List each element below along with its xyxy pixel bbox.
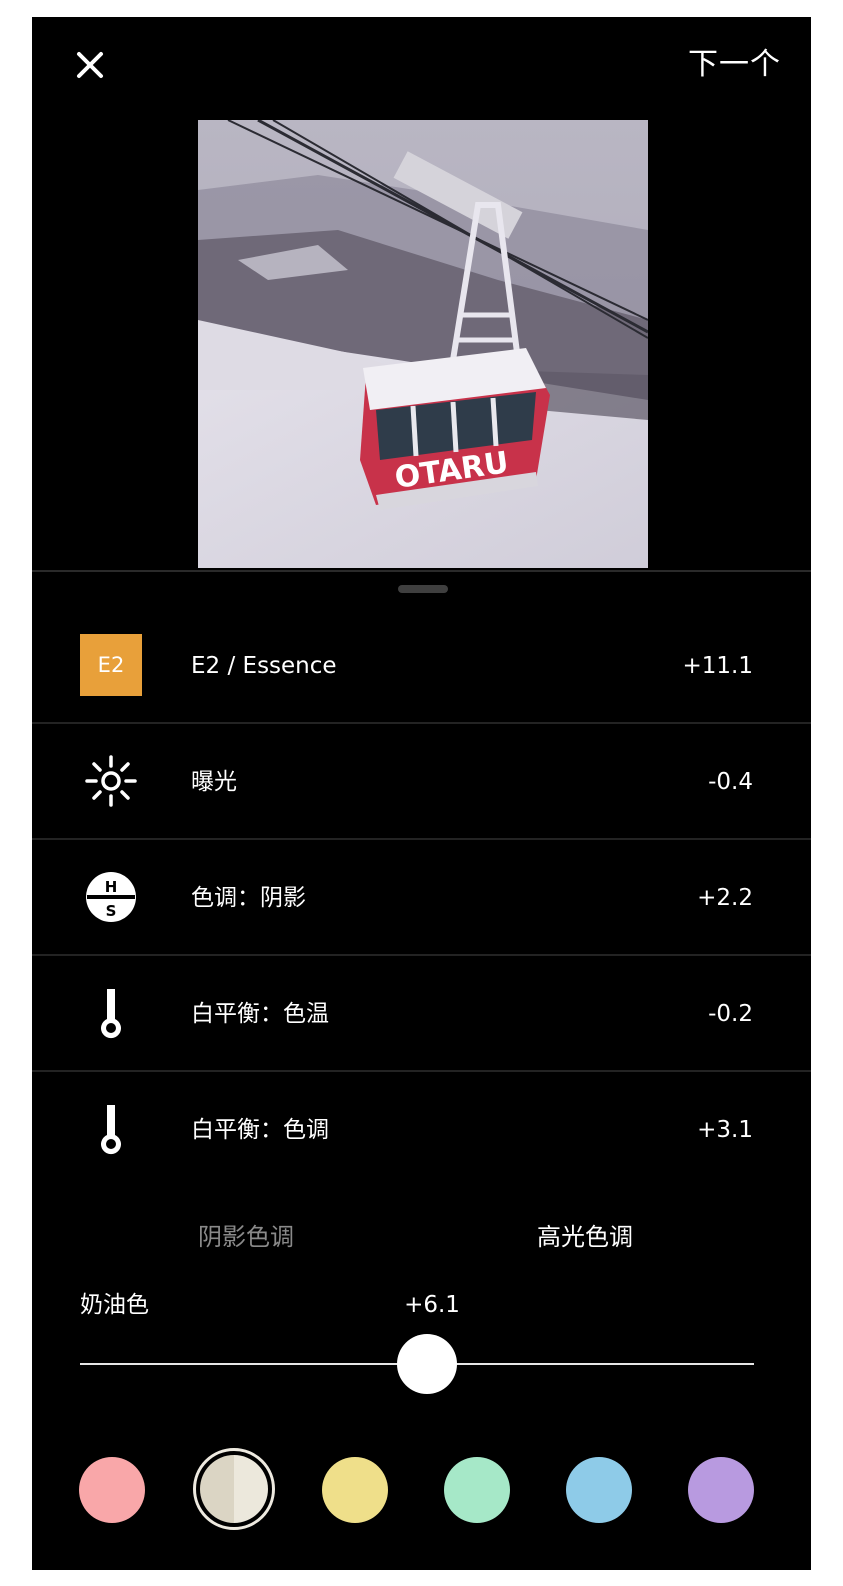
preset-badge: E2: [80, 634, 142, 696]
adjustment-label: 色调：阴影: [191, 885, 306, 911]
gondola-photo: OTARU: [198, 120, 648, 568]
close-button[interactable]: [70, 45, 110, 85]
preset-icon-wrapper: E2: [80, 634, 142, 696]
adjustment-value: -0.4: [708, 769, 753, 795]
slider-label: 奶油色: [80, 1292, 149, 1318]
tone-tabs: 阴影色调 高光色调: [32, 1212, 811, 1262]
thermometer-icon: [80, 1098, 142, 1160]
adjustment-list: E2 E2 / Essence +11.1 曝光 -0.4 H S 色调：阴影 …: [32, 608, 811, 1188]
adjustment-row-hsl[interactable]: H S 色调：阴影 +2.2: [32, 840, 811, 956]
adjustment-row-exposure[interactable]: 曝光 -0.4: [32, 724, 811, 840]
close-icon: [77, 52, 103, 78]
sun-icon: [80, 750, 142, 812]
hsl-icon: H S: [80, 866, 142, 928]
adjustment-label: 白平衡：色调: [191, 1117, 329, 1143]
top-bar: 下一个: [32, 17, 811, 107]
swatch-green[interactable]: [444, 1457, 510, 1523]
adjustment-label: 曝光: [191, 769, 237, 795]
adjustment-value: +11.1: [682, 653, 753, 679]
adjustment-row-preset[interactable]: E2 E2 / Essence +11.1: [32, 608, 811, 724]
adjustment-value: +3.1: [697, 1117, 753, 1143]
hsl-icon-bottom: S: [106, 902, 117, 920]
drag-handle[interactable]: [398, 585, 448, 593]
panel-divider: [32, 570, 811, 572]
swatch-fill: [200, 1455, 268, 1523]
swatch-purple[interactable]: [688, 1457, 754, 1523]
swatch-yellow[interactable]: [322, 1457, 388, 1523]
adjustment-value: -0.2: [708, 1001, 753, 1027]
adjustment-row-tint[interactable]: 白平衡：色调 +3.1: [32, 1072, 811, 1188]
tab-shadow-tone[interactable]: 阴影色调: [198, 1212, 294, 1262]
color-swatches: [32, 1448, 811, 1534]
adjustment-value: +2.2: [697, 885, 753, 911]
swatch-red[interactable]: [79, 1457, 145, 1523]
next-button[interactable]: 下一个: [688, 45, 781, 85]
swatch-cream[interactable]: [193, 1448, 275, 1530]
adjustment-row-temperature[interactable]: 白平衡：色温 -0.2: [32, 956, 811, 1072]
slider-knob[interactable]: [397, 1334, 458, 1394]
editor-screen: 下一个 OTARU E2 E2 / Essence +11.1 曝光 -0.4 …: [32, 17, 811, 1570]
hsl-icon-top: H: [105, 878, 118, 896]
adjustment-label: E2 / Essence: [191, 653, 337, 679]
tab-highlight-tone[interactable]: 高光色调: [537, 1212, 633, 1262]
photo-preview: OTARU: [198, 120, 648, 568]
adjustment-label: 白平衡：色温: [191, 1001, 329, 1027]
swatch-blue[interactable]: [566, 1457, 632, 1523]
slider-value: +6.1: [404, 1292, 460, 1318]
thermometer-icon: [80, 982, 142, 1044]
